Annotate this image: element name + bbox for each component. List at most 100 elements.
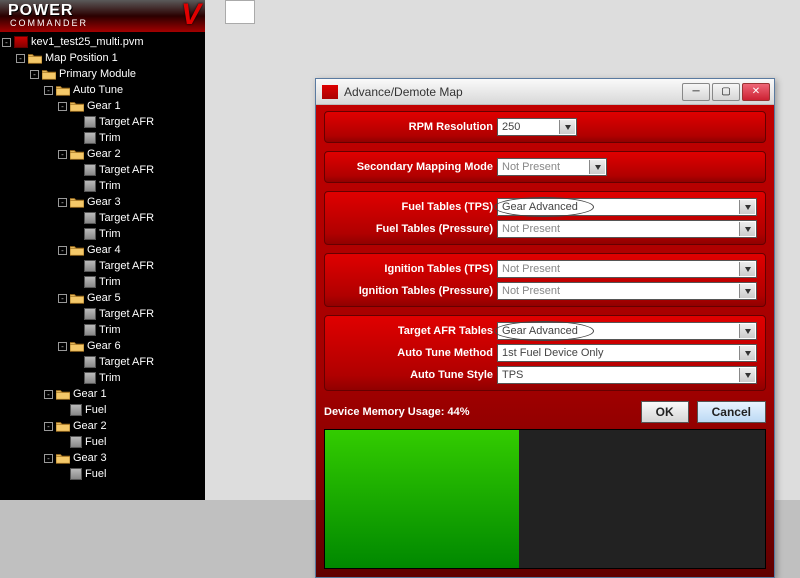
tree-toggle-icon[interactable]: -	[30, 70, 39, 79]
tree-item[interactable]: Target AFR	[2, 162, 205, 178]
table-icon	[84, 132, 96, 144]
tree-toggle-icon[interactable]: -	[58, 198, 67, 207]
tree-item[interactable]: Trim	[2, 178, 205, 194]
tree-item[interactable]: - Gear 2	[2, 418, 205, 434]
tree-item[interactable]: -Gear 2	[2, 146, 205, 162]
tree-item[interactable]: Trim	[2, 130, 205, 146]
tree-item[interactable]: Fuel	[2, 466, 205, 482]
tree-item-label: Gear 2	[73, 420, 107, 432]
tree-toggle-icon[interactable]: -	[44, 454, 53, 463]
folder-icon	[70, 148, 84, 160]
table-icon	[70, 468, 82, 480]
auto-tune-method-combo[interactable]: 1st Fuel Device Only	[497, 344, 757, 362]
target-afr-combo[interactable]: Gear Advanced	[497, 322, 757, 340]
tree-item[interactable]: -Gear 4	[2, 242, 205, 258]
target-afr-label: Target AFR Tables	[333, 325, 493, 337]
tree-toggle-icon[interactable]: -	[44, 390, 53, 399]
secondary-mapping-combo[interactable]: Not Present	[497, 158, 607, 176]
dialog-body: RPM Resolution 250 Secondary Mapping Mod…	[316, 105, 774, 577]
memory-usage-label: Device Memory Usage: 44%	[324, 406, 470, 418]
tree-item-label: Trim	[99, 324, 121, 336]
table-icon	[70, 436, 82, 448]
tree-item[interactable]: - kev1_test25_multi.pvm	[2, 34, 205, 50]
tree-item[interactable]: -Gear 1	[2, 386, 205, 402]
tree-item-label: Gear 3	[73, 452, 107, 464]
tree-item[interactable]: -Gear 3	[2, 194, 205, 210]
auto-tune-style-combo[interactable]: TPS	[497, 366, 757, 384]
tree-item[interactable]: -Gear 6	[2, 338, 205, 354]
folder-icon	[28, 52, 42, 64]
tree-toggle-icon[interactable]: -	[58, 102, 67, 111]
tree-toggle-icon[interactable]: -	[16, 54, 25, 63]
tree-item-label: Trim	[99, 180, 121, 192]
tree-item[interactable]: Trim	[2, 322, 205, 338]
folder-icon	[42, 68, 56, 80]
panel-secondary: Secondary Mapping Mode Not Present	[324, 151, 766, 183]
tree-item[interactable]: Trim	[2, 274, 205, 290]
tree-item-label: Fuel	[85, 404, 106, 416]
tree-toggle-icon[interactable]: -	[44, 86, 53, 95]
tree-item[interactable]: -Gear 1	[2, 98, 205, 114]
tree-item-label: kev1_test25_multi.pvm	[31, 36, 144, 48]
tree-toggle-icon[interactable]: -	[58, 342, 67, 351]
tree-item[interactable]: Target AFR	[2, 114, 205, 130]
cancel-button[interactable]: Cancel	[697, 401, 766, 423]
tree-item-label: Target AFR	[99, 116, 154, 128]
auto-tune-method-label: Auto Tune Method	[333, 347, 493, 359]
folder-icon	[70, 292, 84, 304]
tree-toggle-icon[interactable]: -	[58, 246, 67, 255]
map-tree[interactable]: -kev1_test25_multi.pvm-Map Position 1-Pr…	[0, 32, 205, 500]
ignition-tps-value: Not Present	[502, 263, 560, 275]
tree-item-label: Primary Module	[59, 68, 136, 80]
dialog-titlebar[interactable]: Advance/Demote Map ─ ▢ ✕	[316, 79, 774, 105]
folder-icon	[56, 420, 70, 432]
tree-item[interactable]: Trim	[2, 370, 205, 386]
close-button[interactable]: ✕	[742, 83, 770, 101]
tree-item-label: Target AFR	[99, 164, 154, 176]
tree-item[interactable]: - Primary Module	[2, 66, 205, 82]
tree-item[interactable]: - Map Position 1	[2, 50, 205, 66]
auto-tune-style-value: TPS	[502, 369, 523, 381]
tree-item-label: Fuel	[85, 436, 106, 448]
table-icon	[84, 260, 96, 272]
fuel-tps-label: Fuel Tables (TPS)	[333, 201, 493, 213]
table-icon	[70, 404, 82, 416]
ok-button[interactable]: OK	[641, 401, 689, 423]
folder-icon	[70, 196, 84, 208]
fuel-tps-combo[interactable]: Gear Advanced	[497, 198, 757, 216]
tree-item[interactable]: Target AFR	[2, 306, 205, 322]
table-icon	[84, 228, 96, 240]
tree-toggle-icon[interactable]: -	[58, 150, 67, 159]
tree-item[interactable]: -Gear 5	[2, 290, 205, 306]
tree-item[interactable]: Target AFR	[2, 258, 205, 274]
rpm-resolution-combo[interactable]: 250	[497, 118, 577, 136]
maximize-button[interactable]: ▢	[712, 83, 740, 101]
table-icon	[84, 308, 96, 320]
tree-toggle-icon[interactable]: -	[58, 294, 67, 303]
ignition-pressure-value: Not Present	[502, 285, 560, 297]
tree-toggle-icon[interactable]: -	[44, 422, 53, 431]
tree-item[interactable]: Target AFR	[2, 354, 205, 370]
minimize-button[interactable]: ─	[682, 83, 710, 101]
tree-item[interactable]: Fuel	[2, 402, 205, 418]
tree-item[interactable]: - Gear 3	[2, 450, 205, 466]
panel-rpm: RPM Resolution 250	[324, 111, 766, 143]
panel-fuel: Fuel Tables (TPS) Gear Advanced Fuel Tab…	[324, 191, 766, 245]
fuel-pressure-value: Not Present	[502, 223, 560, 235]
fuel-pressure-combo[interactable]: Not Present	[497, 220, 757, 238]
ignition-tps-combo[interactable]: Not Present	[497, 260, 757, 278]
auto-tune-method-value: 1st Fuel Device Only	[502, 347, 603, 359]
ignition-pressure-combo[interactable]: Not Present	[497, 282, 757, 300]
tree-item-label: Fuel	[85, 468, 106, 480]
tree-item[interactable]: Target AFR	[2, 210, 205, 226]
tree-item-label: Map Position 1	[45, 52, 118, 64]
tree-item[interactable]: Fuel	[2, 434, 205, 450]
tree-item-label: Trim	[99, 228, 121, 240]
target-afr-value: Gear Advanced	[502, 325, 578, 337]
tree-toggle-icon[interactable]: -	[2, 38, 11, 47]
tree-item[interactable]: -Auto Tune	[2, 82, 205, 98]
panel-ignition: Ignition Tables (TPS) Not Present Igniti…	[324, 253, 766, 307]
ignition-tps-label: Ignition Tables (TPS)	[333, 263, 493, 275]
tree-item[interactable]: Trim	[2, 226, 205, 242]
advance-demote-dialog: Advance/Demote Map ─ ▢ ✕ RPM Resolution …	[315, 78, 775, 578]
